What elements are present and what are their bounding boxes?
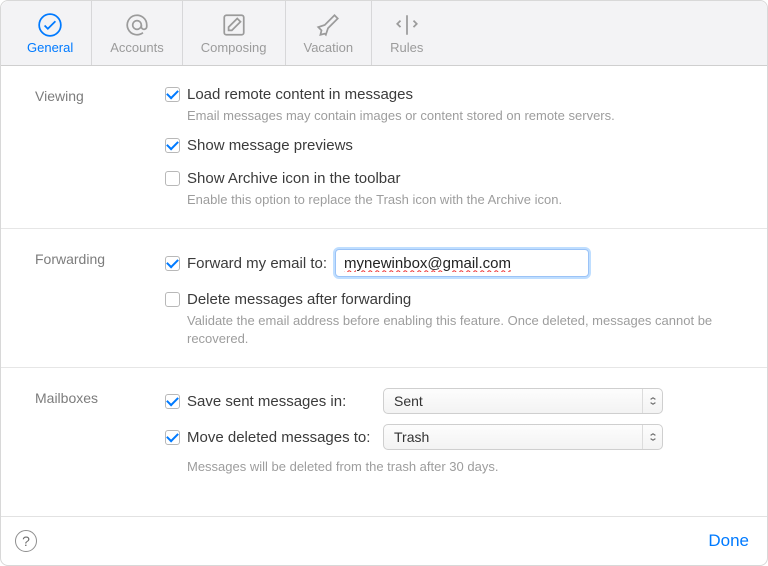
checkbox-icon (165, 430, 180, 445)
at-sign-icon (124, 12, 150, 38)
tab-general[interactable]: General (9, 1, 92, 65)
load-remote-checkbox[interactable]: Load remote content in messages (165, 86, 413, 103)
tab-vacation-label: Vacation (304, 40, 354, 55)
checkbox-icon (165, 256, 180, 271)
show-previews-label: Show message previews (187, 137, 353, 154)
checkbox-icon (165, 87, 180, 102)
forward-email-input[interactable] (335, 249, 589, 277)
mailboxes-help: Messages will be deleted from the trash … (187, 458, 737, 476)
forward-label: Forward my email to: (187, 255, 327, 272)
tab-rules-label: Rules (390, 40, 423, 55)
delete-after-forward-checkbox[interactable]: Delete messages after forwarding (165, 291, 411, 308)
section-forwarding: Forwarding Forward my email to: Delete m… (1, 229, 767, 368)
show-archive-help: Enable this option to replace the Trash … (187, 191, 737, 209)
compose-icon (221, 12, 247, 38)
checkbox-icon (165, 394, 180, 409)
move-deleted-value: Trash (394, 429, 429, 445)
save-sent-checkbox[interactable]: Save sent messages in: (165, 393, 375, 410)
checkbox-icon (165, 292, 180, 307)
rules-icon (394, 12, 420, 38)
footer: ? Done (1, 516, 767, 565)
help-button[interactable]: ? (15, 530, 37, 552)
tab-composing-label: Composing (201, 40, 267, 55)
done-button[interactable]: Done (708, 531, 749, 551)
move-deleted-label: Move deleted messages to: (187, 429, 370, 446)
tab-rules[interactable]: Rules (372, 1, 441, 65)
tab-composing[interactable]: Composing (183, 1, 286, 65)
show-previews-checkbox[interactable]: Show message previews (165, 137, 353, 154)
save-sent-value: Sent (394, 393, 423, 409)
load-remote-help: Email messages may contain images or con… (187, 107, 737, 125)
show-archive-checkbox[interactable]: Show Archive icon in the toolbar (165, 170, 400, 187)
forwarding-help: Validate the email address before enabli… (187, 312, 737, 347)
save-sent-label: Save sent messages in: (187, 393, 346, 410)
content-area: Viewing Load remote content in messages … (1, 66, 767, 516)
delete-after-forward-label: Delete messages after forwarding (187, 291, 411, 308)
section-viewing: Viewing Load remote content in messages … (1, 66, 767, 229)
preferences-window: General Accounts Composing Vacation Rule… (0, 0, 768, 566)
forward-checkbox[interactable]: Forward my email to: (165, 255, 327, 272)
section-mailboxes: Mailboxes Save sent messages in: Sent (1, 368, 767, 496)
show-archive-label: Show Archive icon in the toolbar (187, 170, 400, 187)
checkbox-icon (165, 171, 180, 186)
help-icon: ? (22, 533, 30, 549)
section-heading-mailboxes: Mailboxes (35, 388, 165, 476)
checkmark-circle-icon (37, 12, 63, 38)
done-label: Done (708, 531, 749, 550)
section-heading-viewing: Viewing (35, 86, 165, 208)
move-deleted-checkbox[interactable]: Move deleted messages to: (165, 429, 375, 446)
chevron-updown-icon (642, 425, 662, 449)
tab-accounts-label: Accounts (110, 40, 163, 55)
tab-general-label: General (27, 40, 73, 55)
chevron-updown-icon (642, 389, 662, 413)
tab-vacation[interactable]: Vacation (286, 1, 373, 65)
airplane-icon (315, 12, 341, 38)
tab-accounts[interactable]: Accounts (92, 1, 182, 65)
checkbox-icon (165, 138, 180, 153)
toolbar: General Accounts Composing Vacation Rule… (1, 1, 767, 66)
section-heading-forwarding: Forwarding (35, 249, 165, 347)
save-sent-select[interactable]: Sent (383, 388, 663, 414)
load-remote-label: Load remote content in messages (187, 86, 413, 103)
move-deleted-select[interactable]: Trash (383, 424, 663, 450)
